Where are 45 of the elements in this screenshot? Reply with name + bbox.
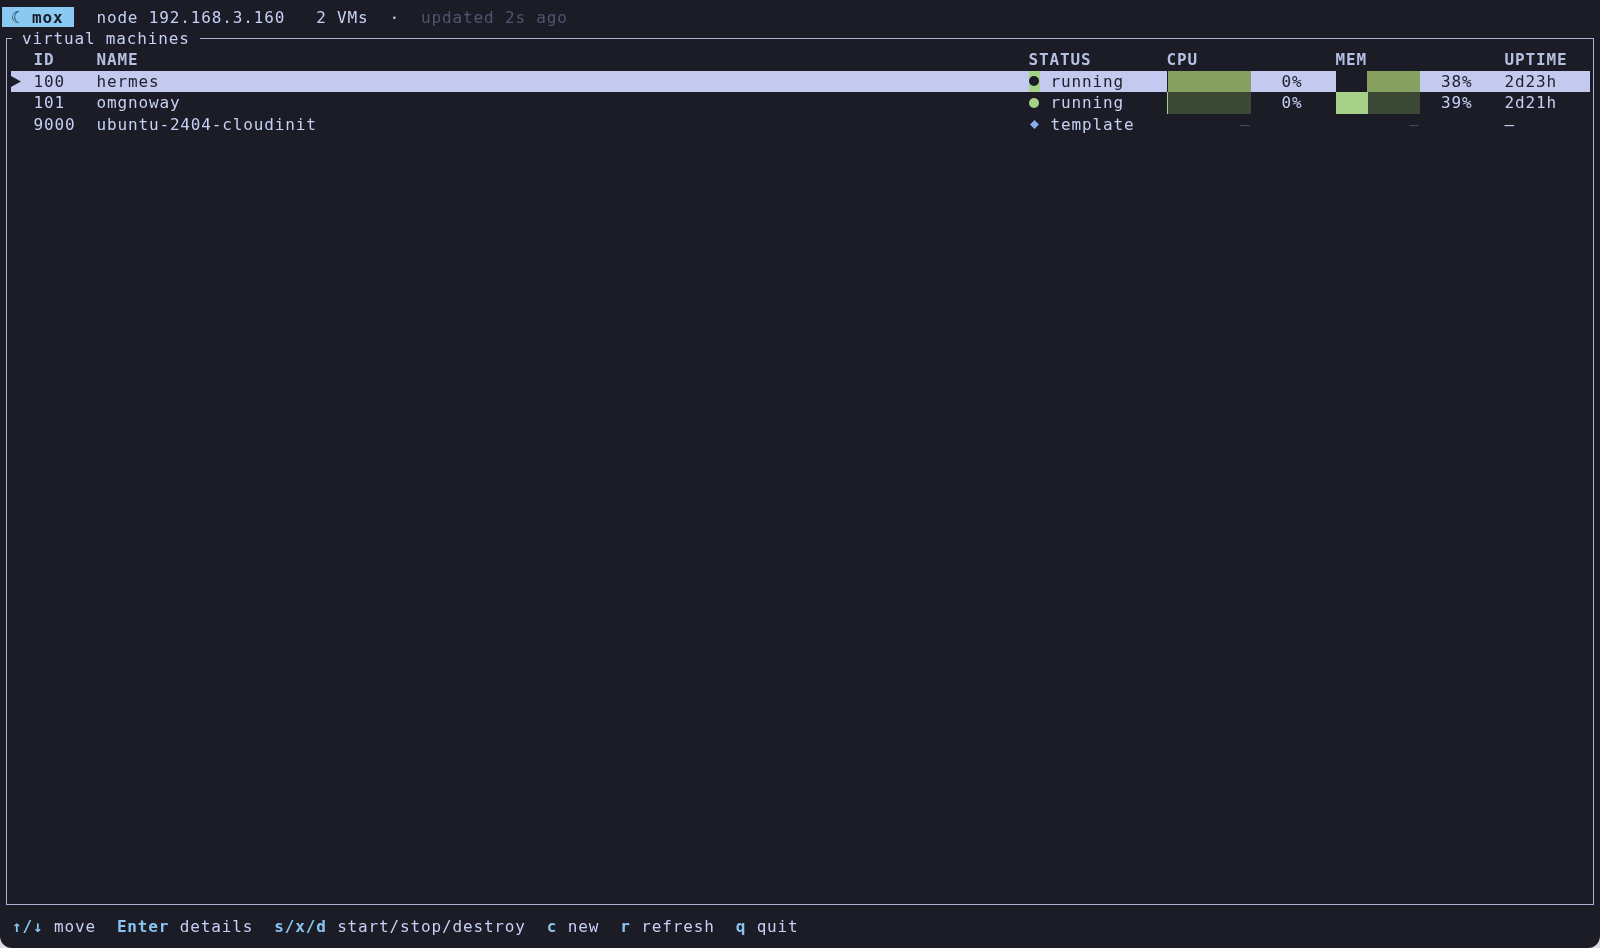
status-text: template (1050, 113, 1135, 135)
column-header: UPTIME (1504, 50, 1568, 69)
shortcut-key: Enter (116, 916, 170, 938)
percent-text: 0% (1281, 70, 1303, 92)
uptime-text: 2d21h (1504, 93, 1557, 112)
vm-name: omgnoway (96, 93, 181, 112)
shortcut-label: refresh (641, 916, 715, 938)
table-row[interactable]: 101 omgnoway running 0% 39% 2d21h (11, 92, 1590, 114)
vm-id: 100 (33, 71, 65, 91)
vm-id: 9000 (33, 114, 76, 134)
node-address: node 192.168.3.160 (96, 6, 286, 28)
percent-text: 0% (1281, 92, 1303, 114)
app-badge: ☾ mox (2, 7, 75, 28)
table-row[interactable]: 9000 ubuntu-2404-cloudinit template — — — (11, 113, 1590, 135)
column-header: NAME (96, 50, 139, 69)
shortcut-label: start/stop/destroy (337, 916, 526, 938)
column-header: MEM (1335, 50, 1367, 69)
vm-count: 2 VMs (316, 6, 369, 28)
percent-text: 38% (1441, 70, 1473, 92)
empty-dash: — (1240, 113, 1251, 135)
table-row[interactable]: 100 hermes running 0% 38% 2d23h (11, 70, 1590, 92)
vm-name: hermes (96, 71, 160, 91)
column-header: STATUS (1028, 50, 1092, 69)
pointer-icon (11, 75, 21, 87)
percent-text: 39% (1441, 92, 1473, 114)
shortcut-key: ↑/↓ (12, 916, 44, 938)
column-header: ID (33, 50, 55, 69)
vm-id: 101 (33, 93, 65, 112)
shortcut-key: c (546, 916, 558, 938)
shortcut-label: quit (756, 916, 799, 938)
shortcut-key: q (735, 916, 747, 938)
status-text: running (1050, 92, 1124, 114)
vm-name: ubuntu-2404-cloudinit (96, 114, 317, 134)
uptime-text: 2d23h (1504, 71, 1557, 91)
updated-text: updated 2s ago (421, 6, 568, 28)
separator-text: · (389, 6, 401, 28)
shortcut-label: new (567, 916, 600, 938)
empty-dash: — (1409, 113, 1420, 135)
column-header: CPU (1166, 50, 1198, 69)
shortcut-label: details (179, 916, 254, 938)
status-text: running (1050, 70, 1124, 92)
shortcut-key: s/x/d (274, 916, 327, 938)
shortcut-label: move (53, 916, 96, 938)
uptime-text: — (1504, 114, 1515, 134)
shortcut-key: r (620, 916, 631, 938)
